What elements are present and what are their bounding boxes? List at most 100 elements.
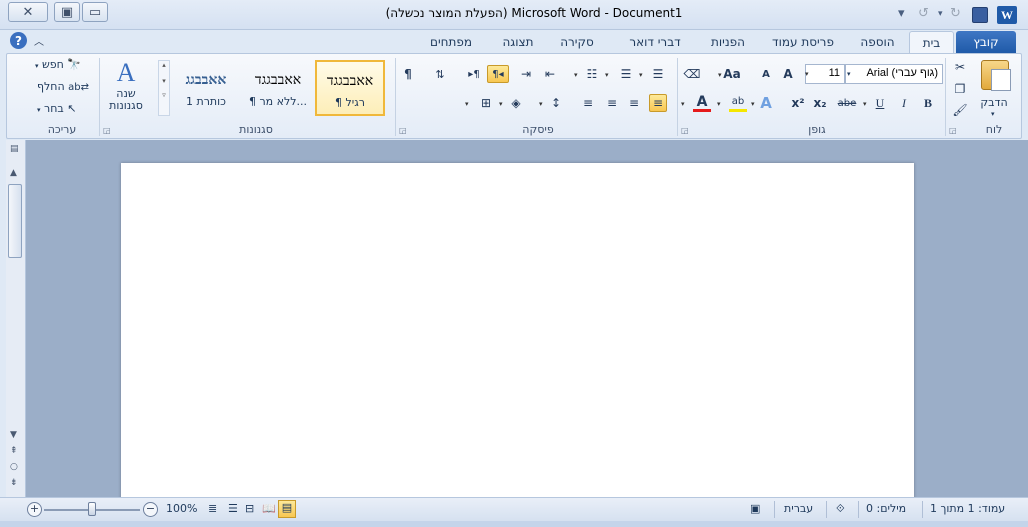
zoom-out-button[interactable]: −	[143, 502, 158, 517]
change-styles-button[interactable]: A שנה סגנונות	[101, 58, 151, 122]
tab-review[interactable]: סקירה	[553, 31, 601, 53]
previous-page-icon[interactable]: ⇞	[10, 446, 18, 456]
save-button[interactable]	[972, 7, 988, 23]
chevron-down-icon[interactable]: ▾	[499, 100, 503, 108]
chevron-down-icon[interactable]: ▾	[639, 71, 643, 79]
scroll-thumb[interactable]	[8, 184, 22, 258]
styles-gallery-scroll[interactable]: ▴ ▾ ▿	[158, 60, 170, 116]
shading-button[interactable]: ◈	[507, 94, 525, 112]
vertical-scrollbar[interactable]: ▤ ▲ ▼ ⇞ ○ ⇟	[6, 140, 26, 497]
chevron-down-icon[interactable]: ▾	[751, 100, 755, 108]
multilevel-list-button[interactable]: ☷	[583, 65, 601, 83]
font-color-button[interactable]: A	[693, 94, 711, 112]
highlight-button[interactable]: ab	[729, 94, 747, 112]
help-icon[interactable]: ?	[10, 32, 27, 49]
copy-button[interactable]: ❐	[951, 80, 969, 98]
style-no-spacing[interactable]: אאבבגגד ¶ ללא מר...	[243, 60, 313, 116]
tab-mailings[interactable]: דברי דואר	[615, 31, 695, 53]
zoom-slider-thumb[interactable]	[88, 502, 96, 516]
clipboard-launcher-icon[interactable]: ◲	[949, 126, 957, 135]
style-normal[interactable]: אאבבגגד ¶ רגיל	[315, 60, 385, 116]
align-center-button[interactable]: ≡	[603, 94, 621, 112]
align-left-button[interactable]: ≡	[579, 94, 597, 112]
shrink-font-button[interactable]: A	[757, 65, 775, 83]
chevron-down-icon[interactable]: ▾	[605, 71, 609, 79]
scroll-down-icon[interactable]: ▼	[10, 430, 17, 440]
page-number[interactable]: עמוד: 1 מתוך 1	[930, 502, 1005, 515]
paste-button[interactable]: הדבק ▾	[973, 58, 1015, 120]
tab-developer[interactable]: מפתחים	[422, 31, 480, 53]
outline-view-icon[interactable]: ☰	[228, 502, 238, 515]
font-name-field[interactable]: (גוף עברי) Arial	[845, 64, 943, 84]
line-spacing-button[interactable]: ↕	[547, 94, 565, 112]
styles-launcher-icon[interactable]: ◲	[103, 126, 111, 135]
justify-button[interactable]: ≡	[625, 94, 643, 112]
tab-references[interactable]: הפניות	[700, 31, 756, 53]
redo-button[interactable]: ↻	[950, 6, 961, 21]
italic-button[interactable]: I	[895, 94, 913, 112]
paragraph-launcher-icon[interactable]: ◲	[399, 126, 407, 135]
language-indicator[interactable]: עברית	[784, 502, 813, 515]
undo-dropdown-button[interactable]: ▾	[938, 9, 943, 19]
document-page[interactable]	[121, 163, 914, 503]
proofing-icon[interactable]: ⟐	[836, 502, 845, 516]
scroll-up-icon[interactable]: ▲	[10, 168, 17, 178]
clear-formatting-button[interactable]: ⌫	[683, 65, 701, 83]
chevron-up-icon[interactable]: ▴	[159, 61, 169, 69]
zoom-in-button[interactable]: +	[27, 502, 42, 517]
chevron-down-icon[interactable]: ▾	[574, 71, 578, 79]
superscript-button[interactable]: x²	[789, 94, 807, 112]
chevron-down-icon[interactable]: ▾	[863, 100, 867, 108]
align-right-button[interactable]: ≡	[649, 94, 667, 112]
numbering-button[interactable]: ☰	[617, 65, 635, 83]
word-count[interactable]: מילים: 0	[866, 502, 906, 515]
bullets-button[interactable]: ☰	[649, 65, 667, 83]
style-heading-1[interactable]: אאבבגג כותרת 1	[171, 60, 241, 116]
zoom-level[interactable]: 100%	[166, 502, 197, 515]
show-marks-button[interactable]: ¶	[399, 65, 417, 83]
browse-object-icon[interactable]: ○	[10, 462, 18, 472]
rtl-direction-button[interactable]: ¶◂	[487, 65, 509, 83]
font-size-dropdown-icon[interactable]: ▾	[805, 70, 809, 78]
format-painter-button[interactable]: 🖌	[951, 101, 969, 119]
chevron-down-icon[interactable]: ▾	[681, 100, 685, 108]
bold-button[interactable]: B	[919, 94, 937, 112]
macro-record-icon[interactable]: ▣	[750, 502, 760, 515]
font-size-field[interactable]: 11	[805, 64, 845, 84]
ltr-direction-button[interactable]: ▸¶	[465, 65, 483, 83]
reading-view-icon[interactable]: 📖	[262, 502, 276, 515]
select-button[interactable]: ▾ בחר ↖	[37, 102, 77, 115]
chevron-down-icon[interactable]: ▾	[718, 71, 722, 79]
strikethrough-button[interactable]: abe	[835, 94, 859, 112]
next-page-icon[interactable]: ⇟	[10, 478, 18, 488]
tab-page-layout[interactable]: פריסת עמוד	[762, 31, 844, 53]
decrease-indent-button[interactable]: ⇤	[541, 65, 559, 83]
chevron-down-icon[interactable]: ▾	[717, 100, 721, 108]
cut-button[interactable]: ✂	[951, 58, 969, 76]
chevron-down-icon[interactable]: ▾	[539, 100, 543, 108]
word-app-icon[interactable]: W	[997, 6, 1017, 24]
more-icon[interactable]: ▿	[159, 91, 169, 99]
minimize-ribbon-icon[interactable]: ︿	[34, 33, 44, 48]
chevron-down-icon[interactable]: ▾	[465, 100, 469, 108]
web-layout-icon[interactable]: ⊟	[245, 502, 254, 515]
subscript-button[interactable]: x₂	[811, 94, 829, 112]
print-layout-icon[interactable]: ▤	[278, 500, 296, 518]
text-effects-button[interactable]: A	[757, 94, 775, 112]
sort-button[interactable]: ⇅	[431, 65, 449, 83]
replace-button[interactable]: החלף ab⇄	[37, 80, 89, 93]
tab-insert[interactable]: הוספה	[850, 31, 905, 53]
font-name-dropdown-icon[interactable]: ▾	[847, 70, 851, 78]
underline-button[interactable]: U	[871, 94, 889, 112]
tab-view[interactable]: תצוגה	[494, 31, 542, 53]
change-case-button[interactable]: Aa	[723, 65, 741, 83]
tab-file[interactable]: קובץ	[956, 31, 1016, 53]
ruler-toggle-icon[interactable]: ▤	[10, 144, 19, 154]
borders-button[interactable]: ⊞	[477, 94, 495, 112]
chevron-down-icon[interactable]: ▾	[159, 77, 169, 85]
font-launcher-icon[interactable]: ◲	[681, 126, 689, 135]
grow-font-button[interactable]: A	[779, 65, 797, 83]
undo-button[interactable]: ↺	[918, 6, 929, 21]
find-button[interactable]: ▾ חפש 🔭	[35, 58, 81, 71]
tab-home[interactable]: בית	[909, 31, 954, 53]
